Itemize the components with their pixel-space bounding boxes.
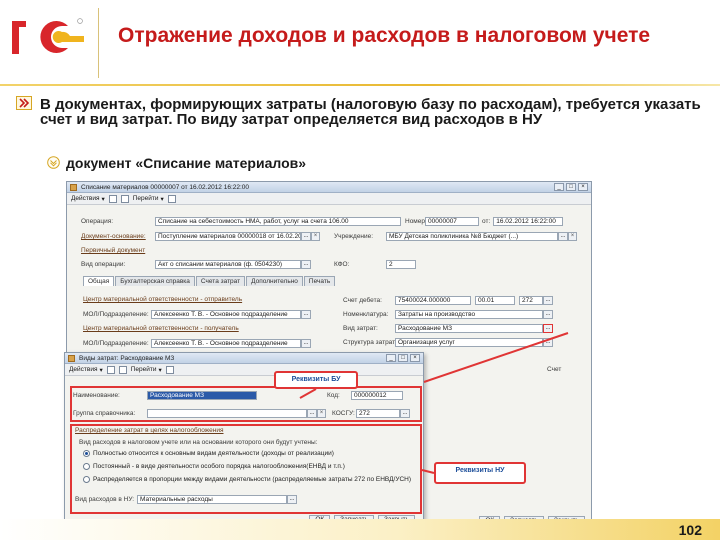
maximize-icon[interactable]: □ bbox=[566, 183, 576, 191]
number-field[interactable]: 00000007 bbox=[425, 217, 479, 226]
document-window-title: Списание материалов 00000007 от 16.02.20… bbox=[81, 184, 250, 191]
document-tabs: Общая Бухгалтерская справка Счета затрат… bbox=[83, 276, 336, 286]
cost-type-window-title: Виды затрат: Расходование МЗ bbox=[79, 355, 175, 362]
kfo-field[interactable]: 2 bbox=[386, 260, 416, 269]
nomenclature-field[interactable]: Затраты на производство bbox=[395, 310, 543, 319]
maximize-icon[interactable]: □ bbox=[398, 354, 408, 362]
purpose-row: Вид операции: Акт о списании материалов … bbox=[81, 260, 416, 269]
save-icon[interactable] bbox=[106, 365, 115, 374]
operation-field[interactable]: Списание на себестоимость НМА, работ, ус… bbox=[155, 217, 401, 226]
page-number: 102 bbox=[678, 522, 702, 538]
mol-receiver-label: МОЛ/Подразделение: bbox=[83, 340, 149, 347]
sub-text: документ «Списание материалов» bbox=[66, 155, 307, 171]
document-icon bbox=[70, 184, 77, 191]
debit-account-field[interactable]: 75400024.000000 bbox=[395, 296, 471, 305]
actions-menu[interactable]: Действия ▾ bbox=[71, 195, 105, 203]
document-toolbar: Действия ▾ Перейти ▾ bbox=[67, 193, 591, 205]
footer-bar bbox=[0, 519, 720, 540]
basis-field[interactable]: Поступление материалов 00000018 от 16.02… bbox=[155, 232, 301, 241]
refresh-icon[interactable] bbox=[118, 365, 127, 374]
structural-field[interactable]: Организация услуг bbox=[395, 338, 543, 347]
number-label: Номер: bbox=[405, 218, 427, 225]
primary-row: Первичный документ bbox=[81, 246, 145, 255]
document-window-titlebar[interactable]: Списание материалов 00000007 от 16.02.20… bbox=[67, 182, 591, 193]
goto-menu[interactable]: Перейти ▾ bbox=[133, 195, 164, 203]
title-divider bbox=[98, 8, 99, 78]
date-label: от: bbox=[482, 218, 491, 225]
date-field[interactable]: 16.02.2012 16:22:00 bbox=[493, 217, 564, 226]
institution-clear-button[interactable]: × bbox=[568, 232, 577, 241]
mol-sender-row: МОЛ/Подразделение: Алексеенко Т. В. - Ос… bbox=[83, 310, 311, 319]
nu-fields-highlight bbox=[70, 424, 422, 514]
tab-cost-accounts[interactable]: Счета затрат bbox=[195, 276, 246, 286]
help-icon[interactable] bbox=[167, 194, 176, 203]
institution-field[interactable]: МБУ Детская поликлиника №8 Бюджет (...) bbox=[386, 232, 558, 241]
catalog-icon bbox=[68, 355, 75, 362]
mol-receiver-field[interactable]: Алексеенко Т. В. - Основное подразделени… bbox=[151, 339, 301, 348]
debit-row: Счет дебета: 75400024.000000 00.01 272 .… bbox=[343, 296, 553, 305]
nu-callout: Реквизиты НУ bbox=[434, 462, 526, 484]
window-controls: _ □ × bbox=[386, 354, 420, 362]
cost-type-row: Вид затрат: Расходование МЗ ... bbox=[343, 324, 553, 333]
help-icon[interactable] bbox=[165, 365, 174, 374]
basis-select-button[interactable]: ... bbox=[301, 232, 311, 241]
cost-type-window-titlebar[interactable]: Виды затрат: Расходование МЗ _ □ × bbox=[65, 353, 423, 364]
institution-label: Учреждение: bbox=[334, 233, 374, 240]
chevron-down-circle-icon bbox=[47, 156, 60, 169]
mol-sender-select-button[interactable]: ... bbox=[301, 310, 311, 319]
basis-label[interactable]: Документ-основание: bbox=[81, 233, 155, 240]
nomenclature-row: Номенклатура: Затраты на производство ..… bbox=[343, 310, 553, 319]
basis-clear-button[interactable]: × bbox=[311, 232, 320, 241]
right-account-label: Счет bbox=[547, 366, 562, 373]
1c-logo-icon bbox=[12, 18, 84, 54]
purpose-select-button[interactable]: ... bbox=[301, 260, 311, 269]
tab-general[interactable]: Общая bbox=[83, 276, 115, 286]
operation-label: Операция: bbox=[81, 218, 114, 225]
double-chevron-bullet-icon bbox=[16, 96, 32, 110]
structural-label: Структура затрат: bbox=[343, 339, 397, 346]
mol-sender-field[interactable]: Алексеенко Т. В. - Основное подразделени… bbox=[151, 310, 301, 319]
sender-section-title: Центр материальной ответственности - отп… bbox=[83, 296, 243, 303]
operation-row: Операция: Списание на себестоимость НМА,… bbox=[81, 217, 564, 226]
debit-code-select-button[interactable]: ... bbox=[543, 296, 553, 305]
post-icon[interactable] bbox=[120, 194, 129, 203]
close-icon[interactable]: × bbox=[410, 354, 420, 362]
cost-type-field[interactable]: Расходование МЗ bbox=[395, 324, 543, 333]
minimize-icon[interactable]: _ bbox=[554, 183, 564, 191]
tab-print[interactable]: Печать bbox=[303, 276, 336, 286]
slide-title: Отражение доходов и расходов в налоговом… bbox=[118, 24, 651, 47]
cost-type-label: Вид затрат: bbox=[343, 325, 378, 332]
debit-label: Счет дебета: bbox=[343, 297, 382, 304]
nomenclature-select-button[interactable]: ... bbox=[543, 310, 553, 319]
basis-row: Документ-основание: Поступление материал… bbox=[81, 232, 577, 241]
tab-additional[interactable]: Дополнительно bbox=[246, 276, 303, 286]
kfo-label: КФО: bbox=[334, 261, 350, 268]
debit-code-field[interactable]: 272 bbox=[519, 296, 543, 305]
close-icon[interactable]: × bbox=[578, 183, 588, 191]
cost-type-toolbar: Действия ▾ Перейти ▾ bbox=[65, 364, 423, 376]
main-text: В документах, формирующих затраты (налог… bbox=[40, 96, 701, 128]
minimize-icon[interactable]: _ bbox=[386, 354, 396, 362]
actions-menu[interactable]: Действия ▾ bbox=[69, 366, 103, 374]
bu-fields-highlight bbox=[70, 386, 422, 422]
mol-receiver-row: МОЛ/Подразделение: Алексеенко Т. В. - Ос… bbox=[83, 339, 311, 348]
institution-select-button[interactable]: ... bbox=[558, 232, 568, 241]
window-controls: _ □ × bbox=[554, 183, 588, 191]
structural-row: Структура затрат: Организация услуг ... bbox=[343, 338, 553, 347]
cost-type-select-button[interactable]: ... bbox=[543, 324, 553, 333]
goto-menu[interactable]: Перейти ▾ bbox=[131, 366, 162, 374]
mol-receiver-select-button[interactable]: ... bbox=[301, 339, 311, 348]
receiver-section-title: Центр материальной ответственности - пол… bbox=[83, 325, 239, 332]
debit-kosgu-field[interactable]: 00.01 bbox=[475, 296, 515, 305]
structural-select-button[interactable]: ... bbox=[543, 338, 553, 347]
primary-document-link[interactable]: Первичный документ bbox=[81, 247, 145, 254]
top-rule bbox=[0, 84, 720, 86]
mol-sender-label: МОЛ/Подразделение: bbox=[83, 311, 149, 318]
purpose-field[interactable]: Акт о списании материалов (ф. 0504230) bbox=[155, 260, 301, 269]
nomenclature-label: Номенклатура: bbox=[343, 311, 389, 318]
purpose-label: Вид операции: bbox=[81, 261, 126, 268]
tab-accounting-note[interactable]: Бухгалтерская справка bbox=[115, 276, 195, 286]
save-icon[interactable] bbox=[108, 194, 117, 203]
bu-callout: Реквизиты БУ bbox=[274, 371, 358, 389]
